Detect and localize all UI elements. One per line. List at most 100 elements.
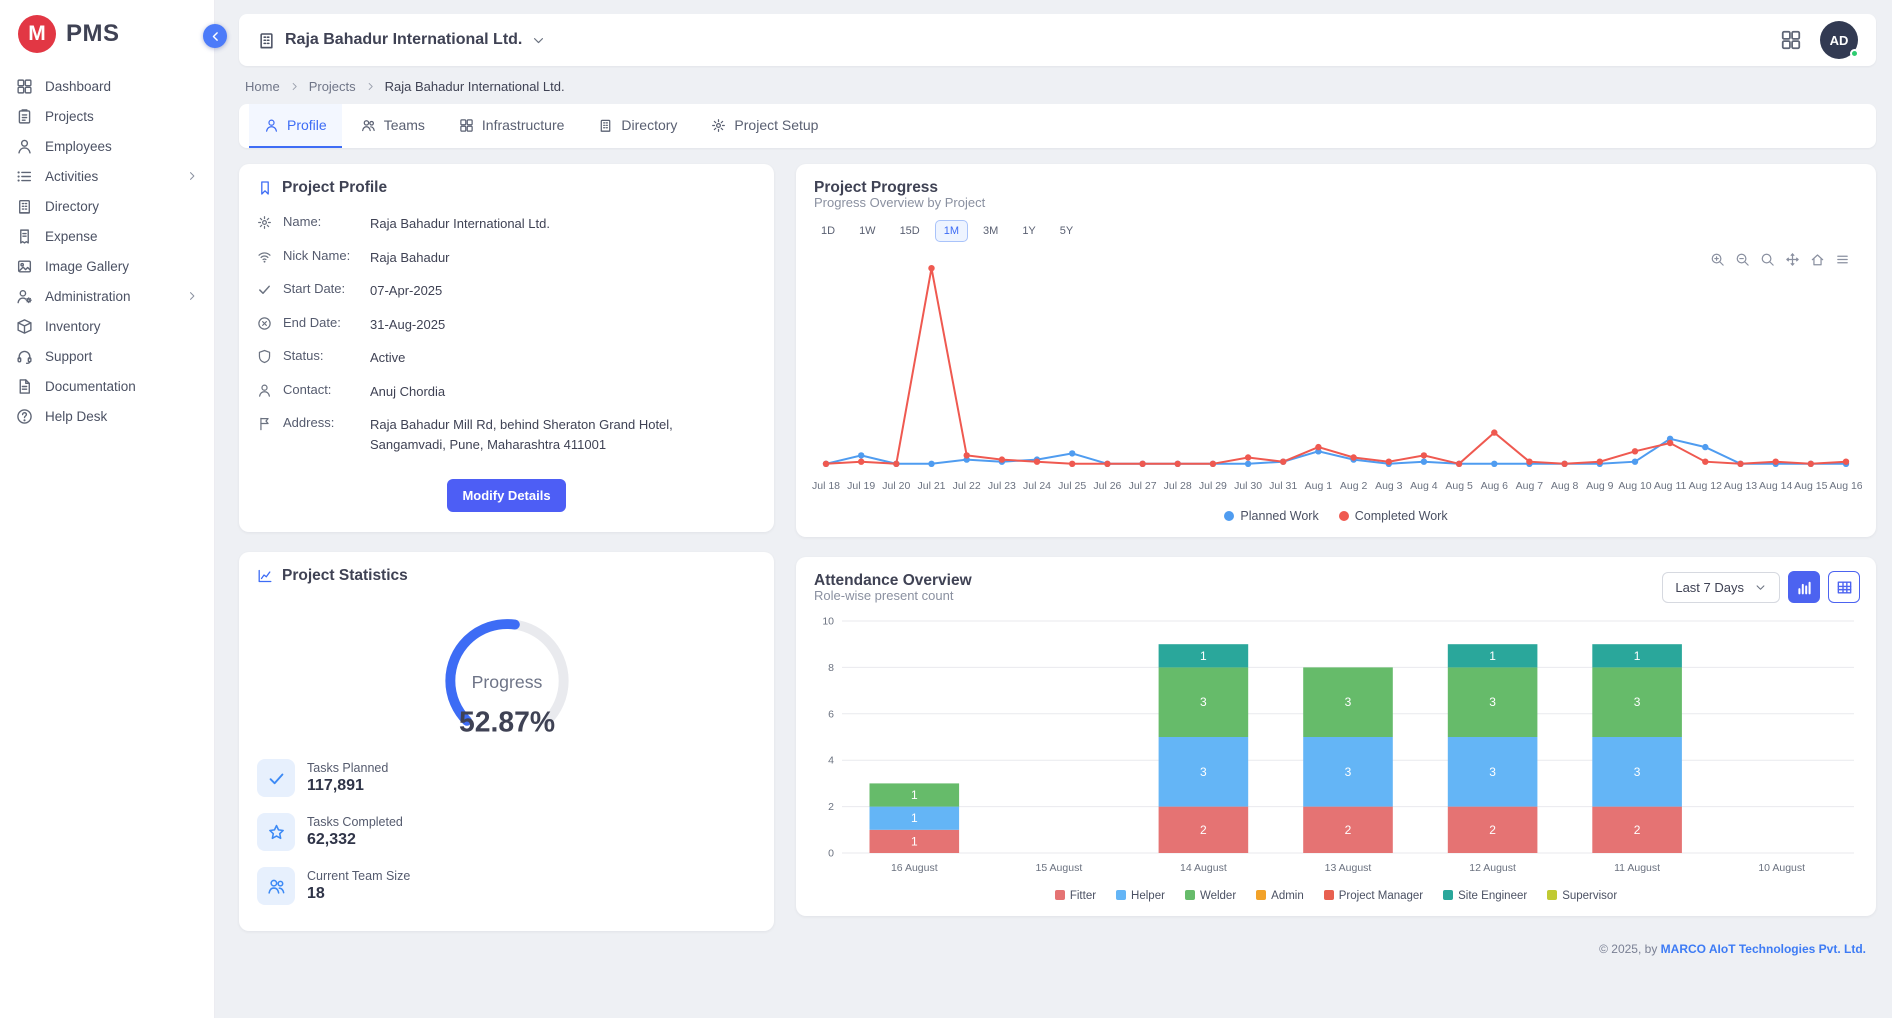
shield-icon: [257, 349, 272, 364]
legend-item[interactable]: Fitter: [1055, 890, 1096, 902]
zoom-out-icon[interactable]: [1735, 252, 1750, 267]
sidebar-nav: Dashboard Projects Employees Activities …: [0, 65, 214, 431]
legend-item[interactable]: Planned Work: [1224, 509, 1318, 523]
range-button-1m[interactable]: 1M: [935, 220, 968, 242]
x-axis-label: 12 August: [1469, 862, 1516, 874]
data-point: [964, 452, 970, 458]
range-button-15d[interactable]: 15D: [891, 220, 929, 242]
sidebar-item-label: Projects: [45, 109, 94, 124]
table-icon: [1836, 579, 1853, 596]
legend-item[interactable]: Completed Work: [1339, 509, 1448, 523]
x-axis-label: Jul 20: [882, 480, 910, 492]
copyright-text: © 2025, by: [1599, 942, 1661, 956]
sidebar-item-projects[interactable]: Projects: [0, 101, 214, 131]
progress-chart-legend: Planned Work Completed Work: [796, 503, 1876, 537]
profile-field-end-date: End Date: 31-Aug-2025: [257, 308, 756, 342]
tab-label: Project Setup: [734, 117, 818, 133]
legend-swatch: [1443, 890, 1453, 900]
apps-grid-icon[interactable]: [1780, 29, 1802, 51]
sidebar-collapse-button[interactable]: [203, 24, 227, 48]
sidebar-item-label: Directory: [45, 199, 99, 214]
company-name: Raja Bahadur International Ltd.: [285, 31, 522, 49]
sidebar-item-label: Help Desk: [45, 409, 107, 424]
range-button-1d[interactable]: 1D: [812, 220, 844, 242]
legend-item[interactable]: Project Manager: [1324, 890, 1423, 902]
chevron-down-icon: [1754, 581, 1767, 594]
x-axis-label: Aug 9: [1586, 480, 1614, 492]
sidebar: M PMS Dashboard Projects Employees Activ…: [0, 0, 215, 1018]
project-progress-card: Project Progress Progress Overview by Pr…: [796, 164, 1876, 537]
chart-view-button[interactable]: [1788, 571, 1820, 603]
x-axis-label: Aug 6: [1481, 480, 1509, 492]
breadcrumb-home[interactable]: Home: [245, 79, 280, 94]
legend-item[interactable]: Helper: [1116, 890, 1165, 902]
series-line: [826, 268, 1846, 464]
sidebar-item-label: Support: [45, 349, 92, 364]
x-axis-label: Aug 13: [1724, 480, 1757, 492]
x-axis-label: Aug 14: [1759, 480, 1792, 492]
help-desk-icon: [16, 408, 33, 425]
time-range-selector: 1D 1W 15D 1M 3M 1Y 5Y: [796, 214, 1876, 242]
data-point: [1632, 448, 1638, 454]
company-icon: [257, 31, 276, 50]
legend-item[interactable]: Welder: [1185, 890, 1236, 902]
company-link[interactable]: MARCO AIoT Technologies Pvt. Ltd.: [1661, 942, 1866, 956]
tab-infrastructure[interactable]: Infrastructure: [444, 104, 579, 148]
sidebar-item-inventory[interactable]: Inventory: [0, 311, 214, 341]
inventory-icon: [16, 318, 33, 335]
profile-field-contact: Contact: Anuj Chordia: [257, 375, 756, 409]
sidebar-item-label: Activities: [45, 169, 98, 184]
sidebar-item-documentation[interactable]: Documentation: [0, 371, 214, 401]
x-axis-label: Aug 8: [1551, 480, 1579, 492]
card-title: Project Profile: [282, 179, 387, 197]
chevron-down-icon: [531, 33, 546, 48]
data-point: [1737, 461, 1743, 467]
date-range-value: Last 7 Days: [1675, 580, 1744, 595]
sidebar-item-directory[interactable]: Directory: [0, 191, 214, 221]
tab-project-setup[interactable]: Project Setup: [696, 104, 833, 148]
data-point: [1245, 461, 1251, 467]
date-range-select[interactable]: Last 7 Days: [1662, 572, 1780, 603]
tab-teams[interactable]: Teams: [346, 104, 440, 148]
bar-value-label: 3: [1200, 695, 1207, 709]
breadcrumb-projects[interactable]: Projects: [309, 79, 356, 94]
company-selector[interactable]: Raja Bahadur International Ltd.: [257, 31, 546, 50]
sidebar-item-employees[interactable]: Employees: [0, 131, 214, 161]
project-setup-tab-icon: [711, 118, 726, 133]
legend-item[interactable]: Supervisor: [1547, 890, 1617, 902]
zoom-in-icon[interactable]: [1710, 252, 1725, 267]
x-axis-label: Jul 19: [847, 480, 875, 492]
range-button-1w[interactable]: 1W: [850, 220, 885, 242]
person-icon: [257, 383, 272, 398]
bar-value-label: 1: [1489, 649, 1496, 663]
sidebar-item-activities[interactable]: Activities: [0, 161, 214, 191]
sidebar-item-help-desk[interactable]: Help Desk: [0, 401, 214, 431]
range-button-5y[interactable]: 5Y: [1051, 220, 1082, 242]
range-button-3m[interactable]: 3M: [974, 220, 1007, 242]
legend-swatch: [1256, 890, 1266, 900]
sidebar-item-dashboard[interactable]: Dashboard: [0, 71, 214, 101]
reset-zoom-icon[interactable]: [1810, 252, 1825, 267]
range-button-1y[interactable]: 1Y: [1013, 220, 1044, 242]
pan-icon[interactable]: [1785, 252, 1800, 267]
sidebar-item-support[interactable]: Support: [0, 341, 214, 371]
legend-swatch: [1055, 890, 1065, 900]
tab-directory[interactable]: Directory: [583, 104, 692, 148]
legend-item[interactable]: Site Engineer: [1443, 890, 1527, 902]
sidebar-item-administration[interactable]: Administration: [0, 281, 214, 311]
profile-field-start-date: Start Date: 07-Apr-2025: [257, 274, 756, 308]
data-point: [1386, 459, 1392, 465]
chart-menu-icon[interactable]: [1835, 252, 1850, 267]
bar-value-label: 2: [1634, 823, 1641, 837]
table-view-button[interactable]: [1828, 571, 1860, 603]
tab-profile[interactable]: Profile: [249, 104, 342, 148]
data-point: [1421, 452, 1427, 458]
user-avatar[interactable]: AD: [1820, 21, 1858, 59]
sidebar-item-image-gallery[interactable]: Image Gallery: [0, 251, 214, 281]
sidebar-item-expense[interactable]: Expense: [0, 221, 214, 251]
chart-line-icon: [257, 568, 273, 584]
legend-item[interactable]: Admin: [1256, 890, 1304, 902]
data-point: [1843, 459, 1849, 465]
modify-details-button[interactable]: Modify Details: [447, 479, 565, 512]
selection-zoom-icon[interactable]: [1760, 252, 1775, 267]
